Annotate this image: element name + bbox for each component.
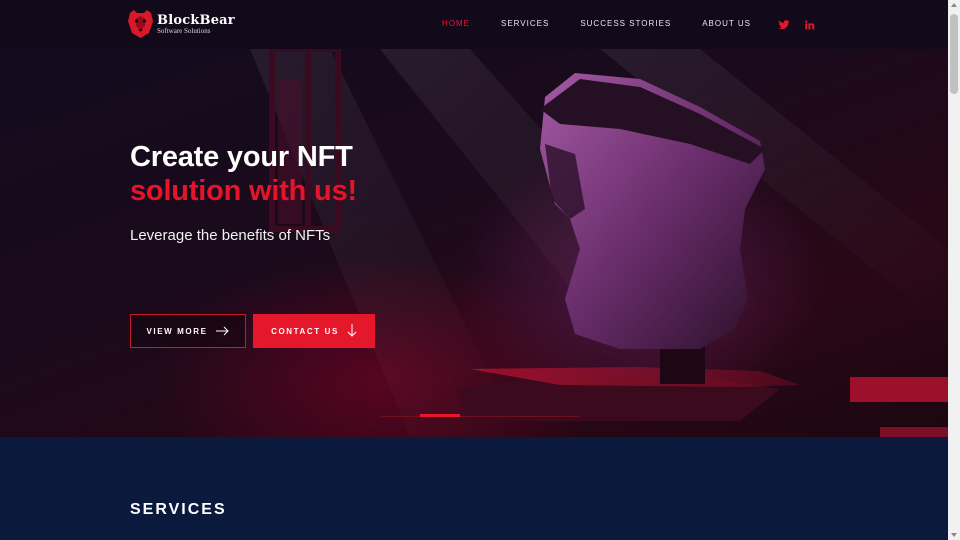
nav-item-about-us[interactable]: ABOUT US [702,19,751,28]
nav-item-success-stories[interactable]: SUCCESS STORIES [580,19,671,28]
linkedin-icon[interactable] [804,18,816,30]
site-header: BlockBear Software Solutions HOME SERVIC… [0,0,948,49]
social-links [778,18,830,30]
nav-item-home[interactable]: HOME [442,19,470,28]
contact-us-label: CONTACT US [271,326,339,336]
scroll-down-icon[interactable] [951,533,957,537]
hero-title-line2: solution with us! [130,175,357,207]
page-scrollbar[interactable] [948,0,960,540]
brand-name: BlockBear [157,12,235,28]
view-more-label: VIEW MORE [146,326,208,336]
contact-us-button[interactable]: CONTACT US [253,314,375,348]
bear-shield-icon [128,10,153,38]
services-section: SERVICES [0,437,948,540]
services-heading: SERVICES [130,501,227,518]
slider-progress-track [380,416,580,417]
arrow-down-icon [347,324,357,337]
slider-active-indicator[interactable] [420,414,460,417]
hero-title-line1: Create your NFT [130,141,353,173]
hero-section: Create your NFT solution with us! Levera… [0,49,948,437]
hero-title: Create your NFT solution with us! [130,140,357,208]
brand-logo[interactable]: BlockBear Software Solutions [127,9,235,39]
view-more-button[interactable]: VIEW MORE [130,314,246,348]
nav-item-services[interactable]: SERVICES [501,19,549,28]
scrollbar-thumb[interactable] [950,14,958,94]
scroll-up-icon[interactable] [951,3,957,7]
page: BlockBear Software Solutions HOME SERVIC… [0,0,948,540]
brand-tagline: Software Solutions [157,26,211,35]
main-nav: HOME SERVICES SUCCESS STORIES ABOUT US [442,19,782,28]
arrow-right-icon [215,326,229,336]
twitter-icon[interactable] [778,18,790,30]
hero-subtitle: Leverage the benefits of NFTs [130,227,331,244]
